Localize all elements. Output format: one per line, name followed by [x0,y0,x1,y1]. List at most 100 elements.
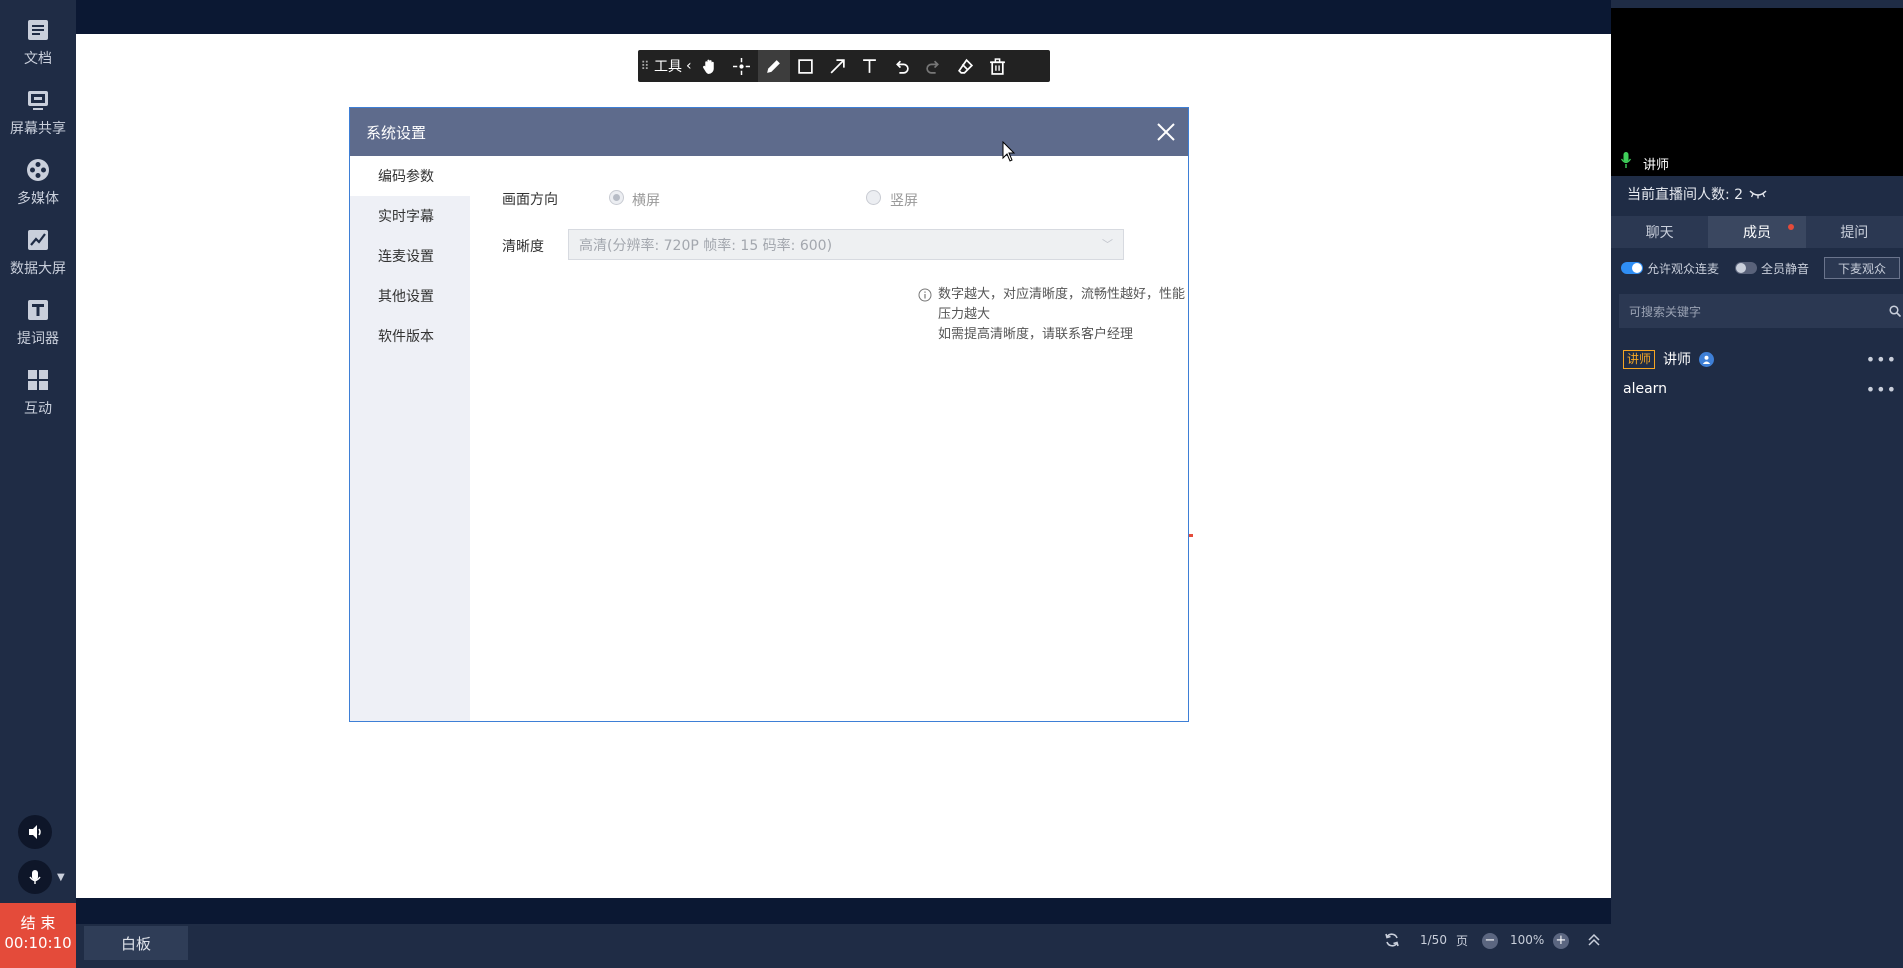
tools-label: 工具 [654,59,682,75]
nav-software-version[interactable]: 软件版本 [350,316,470,356]
dialog-title: 系统设置 [366,123,427,142]
top-bar [76,0,1611,34]
more-options-icon[interactable]: ••• [1866,380,1897,399]
panel-tabs: 聊天 成员 提问 [1611,216,1903,248]
teleprompter-icon [28,300,48,320]
drag-handle-icon[interactable]: ⠿ [638,59,652,73]
redo-button[interactable] [918,50,950,82]
landscape-radio[interactable] [609,190,624,205]
allow-mic-toggle[interactable] [1621,262,1643,274]
rectangle-icon [798,58,813,74]
sidebar-item-multimedia[interactable]: 多媒体 [0,158,76,224]
allow-mic-label: 允许观众连麦 [1647,262,1720,276]
mouse-cursor-icon [1002,141,1016,162]
portrait-radio[interactable] [866,190,881,205]
settings-nav: 编码参数 实时字幕 连麦设置 其他设置 软件版本 [350,156,470,721]
tab-questions[interactable]: 提问 [1806,216,1903,248]
rectangle-tool-button[interactable] [790,50,822,82]
sidebar-item-label: 文档 [24,51,52,67]
unread-dot [1787,224,1794,230]
tools-toggle[interactable]: 工具 ‹ [652,56,694,76]
nav-mic-link-settings[interactable]: 连麦设置 [350,236,470,276]
kick-audience-button[interactable]: 下麦观众 [1824,257,1900,279]
system-settings-dialog: 系统设置 编码参数 实时字幕 连麦设置 其他设置 软件版本 画面方向 横屏 竖屏… [349,107,1189,722]
clarity-hint: 数字越大，对应清晰度，流畅性越好，性能压力越大 如需提高清晰度，请联系客户经理 [938,285,1188,345]
refresh-icon[interactable] [1384,932,1400,948]
mic-active-icon [1621,152,1631,168]
eraser-icon [958,58,974,74]
eye-closed-icon[interactable] [1749,189,1767,199]
member-name: alearn [1623,381,1668,397]
speaker-button[interactable] [18,815,52,849]
collapse-up-icon[interactable] [1587,933,1601,947]
arrow-icon [830,58,845,73]
bottom-divider [76,898,1611,924]
nav-encoding-params[interactable]: 编码参数 [350,156,470,196]
zoom-level: 100% [1510,933,1545,947]
sidebar-item-screen-share[interactable]: 屏幕共享 [0,88,76,154]
more-options-icon[interactable]: ••• [1866,350,1897,369]
screen-share-icon [28,91,48,110]
eraser-button[interactable] [950,50,982,82]
member-name: 讲师 [1663,352,1692,368]
clarity-value: 高清(分辨率: 720P 帧率: 15 码率: 600) [579,237,833,254]
data-screen-icon [28,230,48,250]
tab-members[interactable]: 成员 [1708,216,1806,248]
member-search[interactable]: 可搜索关键字 [1619,294,1903,328]
search-icon[interactable] [1889,305,1901,317]
viewer-count-label: 当前直播间人数: 2 [1627,187,1744,203]
laser-pointer-button[interactable] [726,50,758,82]
zoom-out-button[interactable]: − [1482,933,1498,949]
clarity-label: 清晰度 [502,239,544,255]
microphone-icon [29,870,41,884]
chevron-left-icon: ‹ [686,58,692,74]
microphone-button[interactable] [18,860,52,894]
left-sidebar: 文档 屏幕共享 多媒体 数据大屏 提词器 互动 ▼ 结 束 00:10:10 [0,0,76,968]
undo-button[interactable] [886,50,918,82]
text-icon [863,58,876,73]
whiteboard-tab[interactable]: 白板 [84,926,188,960]
end-label: 结 束 [20,914,56,932]
microphone-dropdown-icon[interactable]: ▼ [57,872,65,883]
live-timer: 00:10:10 [4,934,72,952]
member-row[interactable]: alearn ••• [1623,380,1903,399]
hand-tool-button[interactable] [694,50,726,82]
close-icon[interactable] [1152,118,1180,146]
sidebar-item-document[interactable]: 文档 [0,18,76,84]
chevron-down-icon: ﹀ [1102,238,1113,251]
clarity-select[interactable]: 高清(分辨率: 720P 帧率: 15 码率: 600) ﹀ [568,229,1124,260]
text-tool-button[interactable] [854,50,886,82]
sidebar-item-data-screen[interactable]: 数据大屏 [0,228,76,294]
redo-icon [926,60,940,74]
search-placeholder: 可搜索关键字 [1629,304,1702,319]
end-live-button[interactable]: 结 束 00:10:10 [0,903,76,968]
page-indicator: 1/50 [1420,933,1447,947]
app-window: 文档 屏幕共享 多媒体 数据大屏 提词器 互动 ▼ 结 束 00:10:10 ⠿… [0,0,1903,968]
sidebar-item-label: 数据大屏 [10,261,66,277]
orientation-label: 画面方向 [502,192,558,208]
document-icon [28,20,48,40]
interaction-icon [28,370,48,390]
trash-icon [990,57,1006,75]
nav-other-settings[interactable]: 其他设置 [350,276,470,316]
member-row[interactable]: 讲师 讲师 ••• [1623,349,1903,369]
clear-button[interactable] [982,50,1014,82]
nav-live-captions[interactable]: 实时字幕 [350,196,470,236]
right-panel: 讲师 当前直播间人数: 2 聊天 成员 提问 允许观众连麦 全员静音 下麦观众 … [1611,0,1903,968]
speaker-name: 讲师 [1643,158,1670,173]
sidebar-item-interaction[interactable]: 互动 [0,368,76,434]
tab-chat[interactable]: 聊天 [1611,216,1708,248]
hand-icon [703,59,714,74]
sidebar-item-teleprompter[interactable]: 提词器 [0,298,76,364]
page-unit: 页 [1456,934,1469,948]
tab-label: 成员 [1742,225,1771,241]
arrow-tool-button[interactable] [822,50,854,82]
laser-pointer-icon [733,57,751,75]
sidebar-item-label: 提词器 [17,331,59,347]
portrait-label: 竖屏 [890,193,918,209]
zoom-in-button[interactable]: + [1553,933,1569,949]
undo-icon [896,60,909,74]
pen-tool-button[interactable] [757,50,790,82]
mute-all-toggle[interactable] [1735,262,1757,274]
speaker-icon [29,825,41,839]
